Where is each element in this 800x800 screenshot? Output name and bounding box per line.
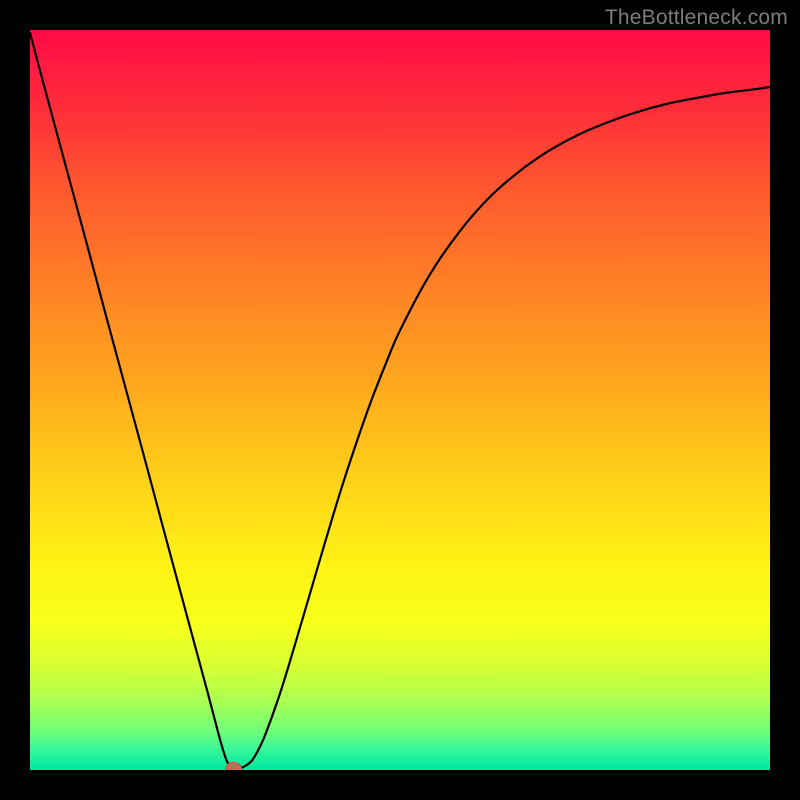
watermark-label: TheBottleneck.com — [605, 6, 788, 30]
chart-frame: TheBottleneck.com — [0, 0, 800, 800]
gradient-background — [30, 30, 770, 770]
plot-area — [30, 30, 770, 770]
